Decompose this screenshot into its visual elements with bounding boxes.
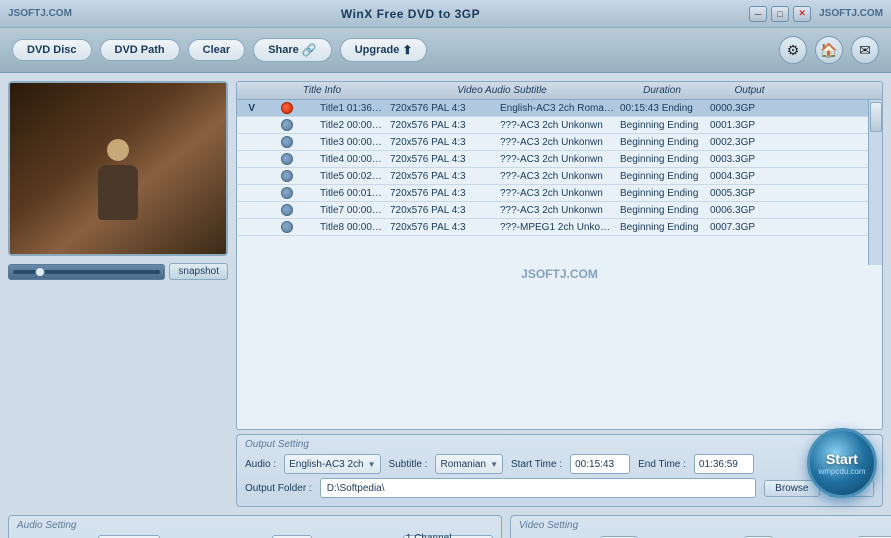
settings-icon-button[interactable]: ⚙ (779, 36, 807, 64)
start-sub-label: wmpcdu.com (818, 467, 865, 476)
window-controls: ─ □ ✕ (749, 6, 811, 22)
table-row[interactable]: Title6 00:01:41 720x576 PAL 4:3 ???-AC3 … (237, 185, 868, 202)
start-time-input[interactable] (570, 454, 630, 474)
upgrade-icon: ⬆ (402, 43, 412, 57)
table-body: V Title1 01:36:59 720x576 PAL 4:3 Englis… (237, 100, 868, 265)
share-icon: 🔗 (302, 43, 317, 57)
start-button[interactable]: Start wmpcdu.com (807, 428, 877, 498)
window-title: WinX Free DVD to 3GP (341, 7, 480, 21)
title-bar-left-logo: JSOFTJ.COM (8, 8, 72, 19)
subtitle-select-arrow: ▼ (490, 460, 498, 469)
start-time-label: Start Time : (511, 459, 562, 470)
preview-figure (88, 139, 148, 239)
table-row[interactable]: Title2 00:00:44 720x576 PAL 4:3 ???-AC3 … (237, 117, 868, 134)
bottom-settings: Audio Setting Audio Format : libamr_nb ▼… (0, 515, 891, 538)
audio-label: Audio : (245, 459, 276, 470)
dvd-disc-button[interactable]: DVD Disc (12, 39, 92, 61)
upgrade-button[interactable]: Upgrade ⬆ (340, 38, 428, 62)
maximize-button[interactable]: □ (771, 6, 789, 22)
header-video-audio: Video Audio Subtitle (387, 85, 617, 96)
folder-input[interactable] (320, 478, 756, 498)
video-setting-panel: Video Setting Video Format : 3GP ▼ Video… (510, 515, 891, 538)
seekbar[interactable] (8, 264, 165, 280)
video-preview (8, 81, 228, 256)
output-setting-panel: Output Setting Audio : English-AC3 2ch ▼… (236, 434, 883, 507)
output-audio-row: Audio : English-AC3 2ch ▼ Subtitle : Rom… (245, 454, 874, 474)
table-row[interactable]: Title4 00:00:12 720x576 PAL 4:3 ???-AC3 … (237, 151, 868, 168)
minimize-button[interactable]: ─ (749, 6, 767, 22)
output-setting-title: Output Setting (245, 439, 874, 450)
home-icon-button[interactable]: 🏠 (815, 36, 843, 64)
table-watermark: JSOFTJ.COM (237, 265, 882, 283)
audio-select[interactable]: English-AC3 2ch ▼ (284, 454, 380, 474)
title-bar-right-logo: JSOFTJ.COM (819, 8, 883, 19)
titles-table: Title Info Video Audio Subtitle Duration… (236, 81, 883, 430)
preview-panel: snapshot (8, 81, 228, 507)
snapshot-button[interactable]: snapshot (169, 263, 228, 280)
main-content: snapshot Title Info Video Audio Subtitle… (0, 73, 891, 515)
subtitle-label: Subtitle : (389, 459, 428, 470)
dvd-path-button[interactable]: DVD Path (100, 39, 180, 61)
seek-track[interactable] (13, 270, 160, 274)
header-duration: Duration (617, 85, 707, 96)
table-scrollbar[interactable] (868, 100, 882, 265)
mail-icon-button[interactable]: ✉ (851, 36, 879, 64)
header-title-info: Title Info (257, 85, 387, 96)
table-row[interactable]: V Title1 01:36:59 720x576 PAL 4:3 Englis… (237, 100, 868, 117)
seek-thumb[interactable] (35, 267, 45, 277)
titles-panel: Title Info Video Audio Subtitle Duration… (236, 81, 883, 507)
subtitle-select[interactable]: Romanian ▼ (435, 454, 503, 474)
end-time-label: End Time : (638, 459, 686, 470)
start-button-container: Start wmpcdu.com (807, 428, 877, 498)
table-row[interactable]: Title8 00:00:15 720x576 PAL 4:3 ???-MPEG… (237, 219, 868, 236)
table-row[interactable]: Title3 00:00:22 720x576 PAL 4:3 ???-AC3 … (237, 134, 868, 151)
clear-button[interactable]: Clear (188, 39, 246, 61)
share-button[interactable]: Share 🔗 (253, 38, 332, 62)
table-row[interactable]: Title7 00:00:35 720x576 PAL 4:3 ???-AC3 … (237, 202, 868, 219)
header-output: Output (707, 85, 792, 96)
toolbar: DVD Disc DVD Path Clear Share 🔗 Upgrade … (0, 28, 891, 73)
audio-setting-panel: Audio Setting Audio Format : libamr_nb ▼… (8, 515, 502, 538)
table-row[interactable]: Title5 00:02:29 720x576 PAL 4:3 ???-AC3 … (237, 168, 868, 185)
folder-label: Output Folder : (245, 483, 312, 494)
close-button[interactable]: ✕ (793, 6, 811, 22)
title-bar: JSOFTJ.COM WinX Free DVD to 3GP ─ □ ✕ JS… (0, 0, 891, 28)
audio-setting-title: Audio Setting (17, 520, 493, 531)
output-folder-row: Output Folder : Browse Open (245, 478, 874, 498)
video-setting-title: Video Setting (519, 520, 891, 531)
start-label: Start (826, 451, 858, 467)
audio-select-arrow: ▼ (368, 460, 376, 469)
end-time-input[interactable] (694, 454, 754, 474)
header-check (237, 85, 257, 96)
table-header: Title Info Video Audio Subtitle Duration… (237, 82, 882, 100)
